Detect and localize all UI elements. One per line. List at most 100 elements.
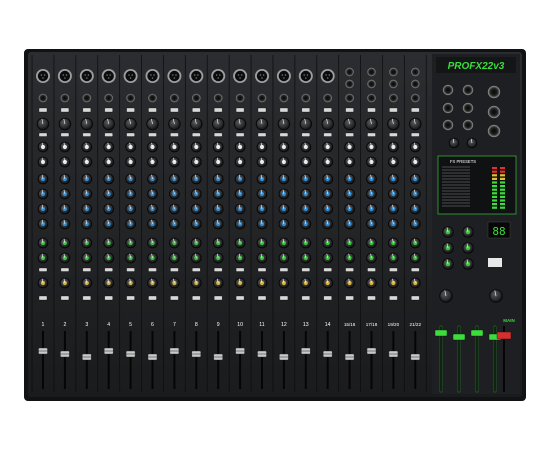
aux2-knob[interactable] xyxy=(256,156,268,168)
control-room-knob[interactable] xyxy=(448,137,460,149)
fx2-send-knob[interactable] xyxy=(234,252,246,264)
line-input-jack-r[interactable] xyxy=(367,79,376,89)
solo-button[interactable] xyxy=(126,295,135,301)
eq-mid-freq-knob[interactable] xyxy=(59,188,71,200)
fx2-send-knob[interactable] xyxy=(125,252,136,264)
eq-mid-knob[interactable] xyxy=(125,203,136,215)
pan-knob[interactable] xyxy=(300,277,312,289)
fx-send-knob[interactable] xyxy=(344,237,355,249)
eq-low-knob[interactable] xyxy=(37,218,49,230)
line-input-jack[interactable] xyxy=(411,93,420,103)
gain-knob[interactable] xyxy=(409,117,422,131)
line-input-jack[interactable] xyxy=(82,93,92,103)
phantom-button[interactable] xyxy=(235,107,245,113)
fx-send-knob[interactable] xyxy=(300,237,312,249)
eq-mid-freq-knob[interactable] xyxy=(147,188,158,200)
aux2-knob[interactable] xyxy=(37,156,49,168)
fx2-send-knob[interactable] xyxy=(81,252,93,264)
aux2-knob[interactable] xyxy=(409,156,421,168)
fx-send-knob[interactable] xyxy=(212,237,224,249)
line-input-jack[interactable] xyxy=(126,93,135,103)
return-jack-5[interactable] xyxy=(442,119,454,131)
line-input-jack[interactable] xyxy=(389,93,398,103)
aux2-knob[interactable] xyxy=(234,156,246,168)
line-input-jack[interactable] xyxy=(170,93,179,103)
fx-send-knob[interactable] xyxy=(278,237,290,249)
eq-mid-freq-knob[interactable] xyxy=(409,188,421,200)
eq-mid-knob[interactable] xyxy=(169,203,180,215)
gain-knob[interactable] xyxy=(321,117,335,131)
aux1-knob[interactable] xyxy=(344,141,355,153)
aux2-knob[interactable] xyxy=(125,156,136,168)
line-input-jack-r[interactable] xyxy=(345,79,354,89)
pan-knob[interactable] xyxy=(366,277,377,289)
solo-button[interactable] xyxy=(148,295,157,301)
aux2-knob[interactable] xyxy=(322,156,334,168)
eq-mid-knob[interactable] xyxy=(147,203,158,215)
eq-low-knob[interactable] xyxy=(256,218,268,230)
eq-mid-freq-knob[interactable] xyxy=(234,188,246,200)
return-jack-2[interactable] xyxy=(442,102,454,114)
eq-low-knob[interactable] xyxy=(81,218,93,230)
solo-button[interactable] xyxy=(257,295,267,301)
fx2-send-knob[interactable] xyxy=(300,252,312,264)
line-input-jack-l[interactable] xyxy=(367,67,376,77)
lowcut-button[interactable] xyxy=(301,132,310,137)
gain-knob[interactable] xyxy=(343,117,356,131)
fx2-send-knob[interactable] xyxy=(103,252,115,264)
phantom-button[interactable] xyxy=(82,107,91,113)
eq-mid-freq-knob[interactable] xyxy=(278,188,290,200)
aux1-knob[interactable] xyxy=(322,141,334,153)
eq-hi-knob[interactable] xyxy=(409,173,421,185)
eq-mid-freq-knob[interactable] xyxy=(300,188,312,200)
phantom-button[interactable] xyxy=(389,107,398,113)
eq-hi-knob[interactable] xyxy=(366,173,377,185)
solo-button[interactable] xyxy=(192,295,201,301)
fx2-send-knob[interactable] xyxy=(169,252,180,264)
gain-knob[interactable] xyxy=(80,117,94,131)
lowcut-button[interactable] xyxy=(214,132,223,137)
lowcut-button[interactable] xyxy=(323,132,332,137)
pan-knob[interactable] xyxy=(409,277,421,289)
gain-knob[interactable] xyxy=(365,117,378,131)
line-input-jack[interactable] xyxy=(279,93,289,103)
pan-knob[interactable] xyxy=(256,277,268,289)
line-input-jack-r[interactable] xyxy=(411,79,420,89)
fx-send-knob[interactable] xyxy=(190,237,202,249)
aux1-knob[interactable] xyxy=(300,141,312,153)
aux1-knob[interactable] xyxy=(147,141,158,153)
mute-button[interactable] xyxy=(411,267,420,272)
phantom-button[interactable] xyxy=(214,107,223,113)
eq-mid-knob[interactable] xyxy=(103,203,115,215)
eq-mid-knob[interactable] xyxy=(59,203,71,215)
mute-button[interactable] xyxy=(126,267,135,272)
eq-low-knob[interactable] xyxy=(344,218,355,230)
gain-knob[interactable] xyxy=(58,117,72,131)
solo-button[interactable] xyxy=(170,295,179,301)
eq-mid-freq-knob[interactable] xyxy=(212,188,224,200)
eq-low-knob[interactable] xyxy=(409,218,421,230)
mute-button[interactable] xyxy=(345,267,354,272)
solo-button[interactable] xyxy=(301,295,310,301)
lowcut-button[interactable] xyxy=(104,132,113,137)
aux1-knob[interactable] xyxy=(103,141,115,153)
line-input-jack-l[interactable] xyxy=(411,67,420,77)
gain-knob[interactable] xyxy=(168,117,181,131)
aux1-knob[interactable] xyxy=(125,141,136,153)
eq-hi-knob[interactable] xyxy=(125,173,136,185)
eq-hi-knob[interactable] xyxy=(212,173,224,185)
aux1-knob[interactable] xyxy=(190,141,202,153)
eq-low-knob[interactable] xyxy=(212,218,224,230)
eq-low-knob[interactable] xyxy=(234,218,246,230)
pan-knob[interactable] xyxy=(103,277,115,289)
solo-button[interactable] xyxy=(389,295,398,301)
master-fader-cap[interactable] xyxy=(434,329,448,337)
aux2-knob[interactable] xyxy=(147,156,158,168)
gain-knob[interactable] xyxy=(255,117,269,131)
output-jack-3[interactable] xyxy=(487,124,501,138)
phantom-button[interactable] xyxy=(148,107,157,113)
line-input-jack[interactable] xyxy=(323,93,333,103)
eq-mid-knob[interactable] xyxy=(81,203,93,215)
eq-mid-knob[interactable] xyxy=(344,203,355,215)
gain-knob[interactable] xyxy=(233,117,247,131)
